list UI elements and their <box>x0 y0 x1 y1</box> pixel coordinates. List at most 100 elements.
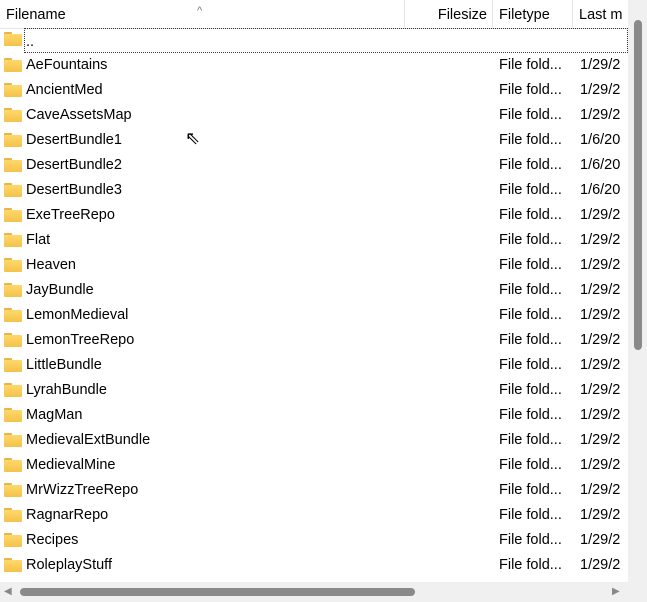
file-date: 1/29/2 <box>580 332 621 348</box>
file-row[interactable]: Heaven File fold... 1/29/2 <box>0 253 628 278</box>
file-row[interactable]: MrWizzTreeRepo File fold... 1/29/2 <box>0 478 628 503</box>
file-date: 1/29/2 <box>580 382 621 398</box>
scroll-left-icon[interactable]: ◀ <box>4 586 12 597</box>
file-row[interactable]: CaveAssetsMap File fold... 1/29/2 <box>0 103 628 128</box>
file-date: 1/29/2 <box>580 557 621 573</box>
folder-icon <box>4 508 22 522</box>
file-date: 1/29/2 <box>580 457 621 473</box>
file-date: 1/29/2 <box>580 507 621 523</box>
file-name: AncientMed <box>26 82 103 98</box>
file-row[interactable]: Recipes File fold... 1/29/2 <box>0 528 628 553</box>
file-name: ExeTreeRepo <box>26 207 115 223</box>
folder-icon <box>4 83 22 97</box>
file-row[interactable]: LyrahBundle File fold... 1/29/2 <box>0 378 628 403</box>
scrollbar-corner <box>628 582 647 602</box>
folder-icon <box>4 383 22 397</box>
folder-icon <box>4 558 22 572</box>
file-type: File fold... <box>499 182 562 198</box>
file-type: File fold... <box>499 532 562 548</box>
file-type: File fold... <box>499 57 562 73</box>
folder-icon <box>4 258 22 272</box>
file-row[interactable]: RagnarRepo File fold... 1/29/2 <box>0 503 628 528</box>
file-type: File fold... <box>499 482 562 498</box>
focus-outline: .. <box>24 28 628 53</box>
file-name: LyrahBundle <box>26 382 107 398</box>
column-header: Filename ^ Filesize Filetype Last m <box>0 0 628 29</box>
folder-icon <box>4 183 22 197</box>
sort-ascending-icon: ^ <box>197 5 203 17</box>
scroll-right-icon[interactable]: ▶ <box>612 586 620 597</box>
file-row[interactable]: AncientMed File fold... 1/29/2 <box>0 78 628 103</box>
file-row[interactable]: DesertBundle3 File fold... 1/6/20 <box>0 178 628 203</box>
folder-icon <box>4 358 22 372</box>
file-row[interactable]: LittleBundle File fold... 1/29/2 <box>0 353 628 378</box>
file-row[interactable]: MagMan File fold... 1/29/2 <box>0 403 628 428</box>
parent-dir-row[interactable]: .. <box>0 28 628 53</box>
file-row[interactable]: RoleplayStuff File fold... 1/29/2 <box>0 553 628 578</box>
file-type: File fold... <box>499 357 562 373</box>
column-filetype[interactable]: Filetype <box>493 0 573 28</box>
file-date: 1/6/20 <box>580 157 621 173</box>
file-type: File fold... <box>499 282 562 298</box>
file-row[interactable]: LemonTreeRepo File fold... 1/29/2 <box>0 328 628 353</box>
file-row[interactable]: JayBundle File fold... 1/29/2 <box>0 278 628 303</box>
file-type: File fold... <box>499 457 562 473</box>
folder-icon <box>4 283 22 297</box>
folder-icon <box>4 308 22 322</box>
file-type: File fold... <box>499 207 562 223</box>
vertical-scrollbar-thumb[interactable] <box>634 20 642 350</box>
column-filesize[interactable]: Filesize <box>405 0 493 28</box>
file-row[interactable]: DesertBundle1 File fold... 1/6/20 <box>0 128 628 153</box>
file-name: MedievalMine <box>26 457 116 473</box>
file-type: File fold... <box>499 107 562 123</box>
file-row[interactable]: LemonMedieval File fold... 1/29/2 <box>0 303 628 328</box>
file-date: 1/29/2 <box>580 532 621 548</box>
file-name: DesertBundle3 <box>26 182 122 198</box>
folder-icon <box>4 233 22 247</box>
folder-icon <box>4 333 22 347</box>
folder-icon <box>4 408 22 422</box>
file-type: File fold... <box>499 382 562 398</box>
file-type: File fold... <box>499 157 562 173</box>
file-date: 1/29/2 <box>580 207 621 223</box>
parent-dir-label: .. <box>26 34 35 50</box>
folder-icon <box>4 58 22 72</box>
file-name: LittleBundle <box>26 357 102 373</box>
file-date: 1/29/2 <box>580 57 621 73</box>
file-row[interactable]: DesertBundle2 File fold... 1/6/20 <box>0 153 628 178</box>
file-name: RoleplayStuff <box>26 557 112 573</box>
folder-icon <box>4 108 22 122</box>
file-row[interactable]: Flat File fold... 1/29/2 <box>0 228 628 253</box>
file-name: DesertBundle1 <box>26 132 122 148</box>
folder-icon <box>4 533 22 547</box>
file-name: MedievalExtBundle <box>26 432 151 448</box>
horizontal-scrollbar-thumb[interactable] <box>20 588 415 596</box>
file-list: .. AeFountains File fold... 1/29/2 Ancie… <box>0 28 628 582</box>
file-row[interactable]: ExeTreeRepo File fold... 1/29/2 <box>0 203 628 228</box>
file-name: JayBundle <box>26 282 94 298</box>
file-row[interactable]: AeFountains File fold... 1/29/2 <box>0 53 628 78</box>
file-name: DesertBundle2 <box>26 157 122 173</box>
file-type: File fold... <box>499 432 562 448</box>
file-type: File fold... <box>499 507 562 523</box>
file-name: Flat <box>26 232 51 248</box>
file-date: 1/6/20 <box>580 182 621 198</box>
file-name: CaveAssetsMap <box>26 107 132 123</box>
folder-icon <box>4 32 22 46</box>
column-last-modified[interactable]: Last m <box>573 0 633 28</box>
file-row[interactable]: MedievalMine File fold... 1/29/2 <box>0 453 628 478</box>
folder-icon <box>4 208 22 222</box>
horizontal-scrollbar[interactable]: ◀ ▶ <box>0 582 628 602</box>
file-date: 1/29/2 <box>580 407 621 423</box>
file-name: MagMan <box>26 407 83 423</box>
file-name: LemonTreeRepo <box>26 332 135 348</box>
file-name: RagnarRepo <box>26 507 109 523</box>
file-name: Heaven <box>26 257 76 273</box>
folder-icon <box>4 458 22 472</box>
vertical-scrollbar[interactable] <box>628 0 647 582</box>
file-row[interactable]: MedievalExtBundle File fold... 1/29/2 <box>0 428 628 453</box>
folder-icon <box>4 433 22 447</box>
file-name: AeFountains <box>26 57 108 73</box>
column-filename[interactable]: Filename ^ <box>0 0 405 28</box>
file-date: 1/29/2 <box>580 282 621 298</box>
